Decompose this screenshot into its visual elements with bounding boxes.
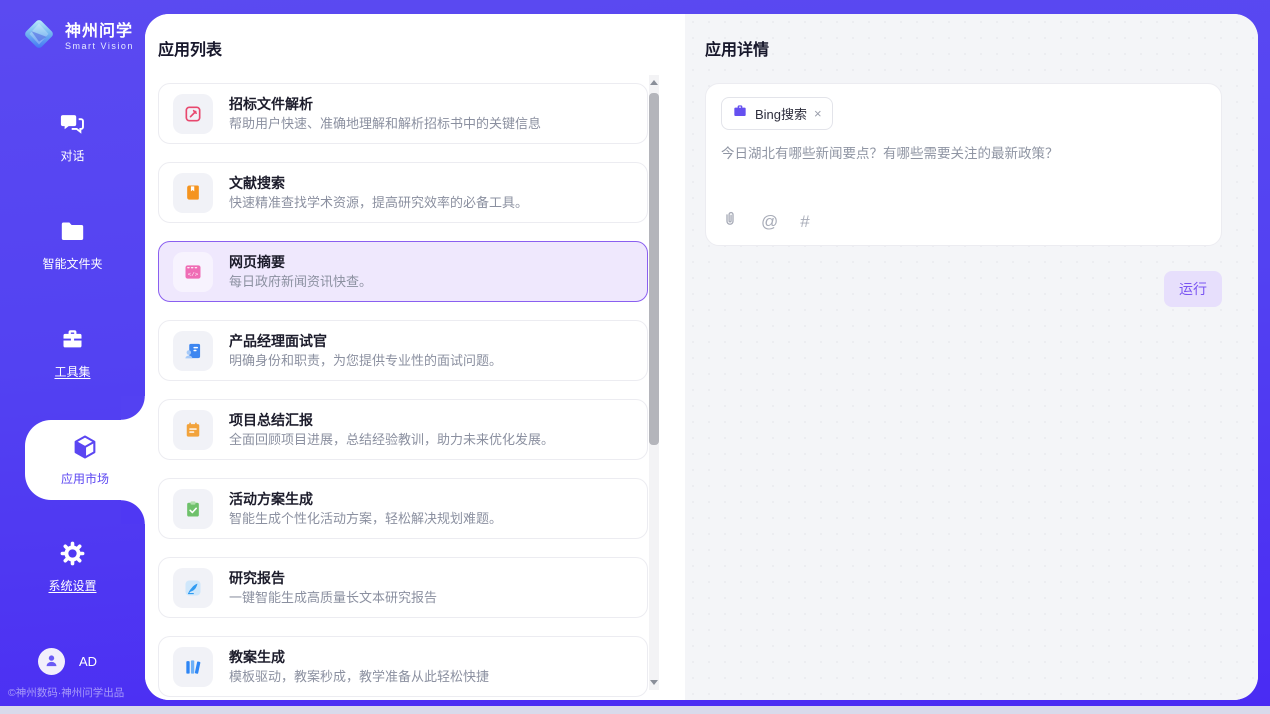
app-card-bid-analysis[interactable]: 招标文件解析 帮助用户快速、准确地理解和解析招标书中的关键信息: [158, 83, 648, 144]
svg-text:</>: </>: [188, 271, 199, 278]
at-icon[interactable]: @: [761, 213, 778, 230]
app-card-pm-interviewer[interactable]: 产品经理面试官 明确身份和职责，为您提供专业性的面试问题。: [158, 320, 648, 381]
sidebar-item-label: 应用市场: [61, 470, 109, 487]
prompt-text[interactable]: 今日湖北有哪些新闻要点？有哪些需要关注的最新政策？: [721, 144, 1206, 164]
sidebar-item-settings[interactable]: 系统设置: [0, 540, 145, 594]
app-card-research-report[interactable]: 研究报告 一键智能生成高质量长文本研究报告: [158, 557, 648, 618]
scroll-up-icon[interactable]: [650, 80, 658, 85]
user-initials: AD: [79, 654, 97, 669]
chat-icon: [59, 110, 86, 140]
app-card-literature-search[interactable]: 文献搜索 快速精准查找学术资源，提高研究效率的必备工具。: [158, 162, 648, 223]
app-card-name: 招标文件解析: [229, 95, 541, 113]
app-card-name: 网页摘要: [229, 253, 372, 271]
browser-code-icon: </>: [173, 252, 213, 292]
user-account[interactable]: AD: [38, 648, 97, 675]
app-card-desc: 快速精准查找学术资源，提高研究效率的必备工具。: [229, 195, 528, 211]
app-card-name: 文献搜索: [229, 174, 528, 192]
app-card-desc: 一键智能生成高质量长文本研究报告: [229, 590, 437, 606]
toolbox-icon: [59, 326, 86, 356]
sidebar-item-label: 对话: [60, 147, 84, 164]
app-list-panel: 应用列表 招标文件解析 帮助用户快速、准确地理解和解析招标书中的关键信息: [145, 14, 685, 700]
scroll-down-icon[interactable]: [650, 680, 658, 685]
prompt-input-card[interactable]: Bing搜索 × 今日湖北有哪些新闻要点？有哪些需要关注的最新政策？ @ #: [705, 83, 1222, 246]
app-card-project-summary[interactable]: 项目总结汇报 全面回顾项目进展，总结经验教训，助力未来优化发展。: [158, 399, 648, 460]
sidebar-item-chat[interactable]: 对话: [0, 110, 145, 164]
avatar: [38, 648, 65, 675]
app-card-desc: 帮助用户快速、准确地理解和解析招标书中的关键信息: [229, 116, 541, 132]
app-window: 神州问学 Smart Vision 对话 智能文件夹 工具集: [0, 0, 1270, 714]
app-card-name: 研究报告: [229, 569, 437, 587]
app-detail-title: 应用详情: [705, 40, 1222, 62]
tool-tag-label: Bing搜索: [755, 104, 807, 123]
app-card-web-summary[interactable]: </> 网页摘要 每日政府新闻资讯快查。: [158, 241, 648, 302]
app-detail-panel: 应用详情 Bing搜索 × 今日湖北有哪些新闻要点？有哪些需要关注的最新政策？: [685, 14, 1258, 700]
briefcase-icon: [732, 103, 748, 124]
app-card-name: 活动方案生成: [229, 490, 502, 508]
sidebar-item-toolset[interactable]: 工具集: [0, 326, 145, 380]
run-button[interactable]: 运行: [1164, 271, 1222, 307]
quill-report-icon: [173, 568, 213, 608]
run-row: 运行: [705, 271, 1222, 307]
app-card-desc: 全面回顾项目进展，总结经验教训，助力未来优化发展。: [229, 432, 554, 448]
doc-edit-icon: [173, 94, 213, 134]
clipboard-check-icon: [173, 489, 213, 529]
copyright-text: ©神州数码·神州问学出品: [8, 685, 148, 700]
brand-name: 神州问学: [65, 23, 134, 41]
app-list-title: 应用列表: [158, 40, 685, 62]
app-card-desc: 每日政府新闻资讯快查。: [229, 274, 372, 290]
app-card-list: 招标文件解析 帮助用户快速、准确地理解和解析招标书中的关键信息 文献搜索 快速精…: [158, 83, 685, 697]
close-icon[interactable]: ×: [814, 107, 822, 120]
gear-icon: [59, 540, 86, 570]
report-calendar-icon: [173, 410, 213, 450]
sidebar-item-app-market[interactable]: 应用市场: [25, 420, 145, 500]
brand-logo: 神州问学 Smart Vision: [20, 15, 134, 58]
app-card-desc: 明确身份和职责，为您提供专业性的面试问题。: [229, 353, 502, 369]
app-card-desc: 模板驱动，教案秒成，教学准备从此轻松快捷: [229, 669, 489, 685]
books-icon: [173, 647, 213, 687]
sidebar-item-label: 智能文件夹: [42, 255, 102, 272]
brand-subtitle: Smart Vision: [65, 41, 134, 51]
folder-icon: [59, 218, 86, 248]
diamond-logo-icon: [20, 15, 58, 58]
app-card-name: 产品经理面试官: [229, 332, 502, 350]
sidebar-item-label: 系统设置: [48, 577, 96, 594]
app-card-name: 教案生成: [229, 648, 489, 666]
tool-tag-bing-search[interactable]: Bing搜索 ×: [721, 97, 833, 130]
paperclip-icon[interactable]: [721, 210, 739, 233]
input-toolbar: @ #: [721, 210, 1206, 233]
scrollbar-thumb[interactable]: [649, 93, 659, 445]
sidebar-item-label: 工具集: [54, 363, 90, 380]
person-icon: [43, 652, 60, 672]
app-card-event-plan[interactable]: 活动方案生成 智能生成个性化活动方案，轻松解决规划难题。: [158, 478, 648, 539]
app-card-name: 项目总结汇报: [229, 411, 554, 429]
book-icon: [173, 173, 213, 213]
interview-doc-icon: [173, 331, 213, 371]
cube-icon: [71, 433, 99, 464]
hash-icon[interactable]: #: [800, 213, 809, 230]
scrollbar[interactable]: [649, 75, 659, 690]
app-card-lesson-plan[interactable]: 教案生成 模板驱动，教案秒成，教学准备从此轻松快捷: [158, 636, 648, 697]
sidebar-item-smart-folder[interactable]: 智能文件夹: [0, 218, 145, 272]
main-content: 应用列表 招标文件解析 帮助用户快速、准确地理解和解析招标书中的关键信息: [145, 14, 1258, 700]
app-card-desc: 智能生成个性化活动方案，轻松解决规划难题。: [229, 511, 502, 527]
